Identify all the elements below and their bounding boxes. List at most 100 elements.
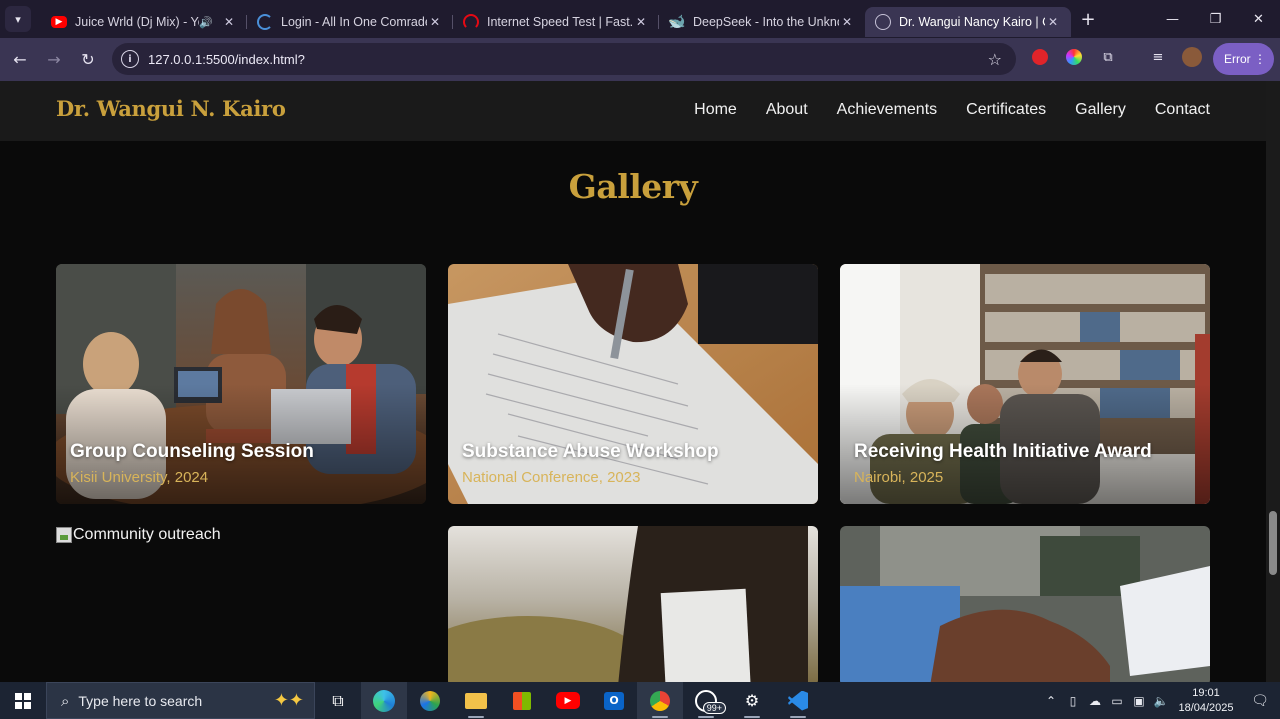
nav-contact[interactable]: Contact xyxy=(1155,101,1210,119)
search-icon: ⌕ xyxy=(61,691,70,710)
volume-icon[interactable]: 🔈 xyxy=(1150,694,1172,708)
youtube-app-icon[interactable]: ▶ xyxy=(545,682,591,719)
whatsapp-badge: 99+ xyxy=(702,702,726,714)
tab-title: Juice Wrld (Dj Mix) - YouTube xyxy=(75,15,199,29)
task-view-icon[interactable]: ⧉ xyxy=(315,682,361,719)
gallery-card-health-award[interactable]: Receiving Health Initiative Award Nairob… xyxy=(840,264,1210,504)
onedrive-icon[interactable]: ☁ xyxy=(1084,694,1106,708)
tab-title: Dr. Wangui Nancy Kairo | Counselor xyxy=(899,15,1045,29)
loading-icon xyxy=(257,14,273,30)
reading-list-icon[interactable]: ≡ xyxy=(1147,46,1169,68)
windows-taskbar: ⌕ Type here to search ✦✦ ⧉ ▶ O 99+ ⚙ ⌃ ▯… xyxy=(0,682,1280,719)
nav-gallery[interactable]: Gallery xyxy=(1075,101,1126,119)
nav-certificates[interactable]: Certificates xyxy=(966,101,1046,119)
card-caption: Substance Abuse Workshop National Confer… xyxy=(462,441,719,486)
error-label: Error xyxy=(1224,52,1251,66)
chevron-up-icon[interactable]: ⌃ xyxy=(1040,694,1062,708)
notifications-icon[interactable]: 🗨 xyxy=(1240,693,1280,709)
page-scrollbar[interactable] xyxy=(1266,81,1280,682)
window-controls: — ❐ ✕ xyxy=(1151,0,1280,38)
globe-icon xyxy=(875,14,891,30)
tab-login[interactable]: Login - All In One Comrade ✕ xyxy=(247,7,453,37)
speaker-icon[interactable]: 🔊 xyxy=(199,16,213,29)
chevron-down-icon: ▾ xyxy=(15,12,21,26)
microsoft-store-icon[interactable] xyxy=(499,682,545,719)
close-icon[interactable]: ✕ xyxy=(427,15,443,29)
web-page: Dr. Wangui N. Kairo Home About Achieveme… xyxy=(0,81,1266,682)
color-picker-extension-icon[interactable] xyxy=(1063,46,1085,68)
device-icon[interactable]: ▯ xyxy=(1062,694,1084,708)
chrome-dev-icon[interactable] xyxy=(407,682,453,719)
network-icon[interactable]: ▣ xyxy=(1128,694,1150,708)
site-menu: Home About Achievements Certificates Gal… xyxy=(694,101,1210,119)
clock-time: 19:01 xyxy=(1192,686,1220,699)
taskbar-search[interactable]: ⌕ Type here to search ✦✦ xyxy=(46,682,315,719)
card-title: Receiving Health Initiative Award xyxy=(854,441,1152,462)
speedometer-icon xyxy=(463,14,479,30)
copilot-sparkle-icon[interactable]: ✦✦ xyxy=(274,690,304,711)
url-text[interactable]: 127.0.0.1:5500/index.html? xyxy=(148,52,305,67)
gallery-card-substance-abuse[interactable]: Substance Abuse Workshop National Confer… xyxy=(448,264,818,504)
vscode-icon[interactable] xyxy=(775,682,821,719)
site-brand[interactable]: Dr. Wangui N. Kairo xyxy=(56,96,286,121)
bookmark-star-icon[interactable]: ☆ xyxy=(988,50,1002,69)
system-tray: ⌃ ▯ ☁ ▭ ▣ 🔈 19:01 18/04/2025 🗨 xyxy=(1040,682,1280,719)
card-subtitle: Nairobi, 2025 xyxy=(854,469,944,486)
gallery-card-6[interactable] xyxy=(840,526,1210,682)
scrollbar-thumb[interactable] xyxy=(1269,511,1277,575)
youtube-icon: ▶ xyxy=(51,16,67,28)
gallery-heading: Gallery xyxy=(568,167,698,206)
nav-home[interactable]: Home xyxy=(694,101,737,119)
card-subtitle: Kisii University, 2024 xyxy=(70,469,209,486)
tab-fast[interactable]: Internet Speed Test | Fast.com ✕ xyxy=(453,7,659,37)
tab-search-button[interactable]: ▾ xyxy=(5,6,31,32)
search-placeholder: Type here to search xyxy=(78,692,203,709)
close-icon[interactable]: ✕ xyxy=(633,15,649,29)
deepseek-icon: 🐋 xyxy=(668,14,686,30)
whatsapp-icon[interactable]: 99+ xyxy=(683,682,729,719)
gallery-card-5[interactable] xyxy=(448,526,818,682)
broken-image-community-outreach[interactable]: Community outreach xyxy=(56,526,221,544)
battery-icon[interactable]: ▭ xyxy=(1106,694,1128,708)
close-window-icon[interactable]: ✕ xyxy=(1237,0,1280,38)
restore-icon[interactable]: ❐ xyxy=(1194,0,1237,38)
browser-toolbar: ← → ↻ i 127.0.0.1:5500/index.html? ☆ ⧉ ≡… xyxy=(0,38,1280,81)
avatar[interactable] xyxy=(1181,46,1203,68)
forward-button[interactable]: → xyxy=(37,43,71,77)
broken-image-icon xyxy=(56,527,72,543)
close-icon[interactable]: ✕ xyxy=(839,15,855,29)
kebab-menu-icon: ⋮ xyxy=(1254,52,1266,66)
card-caption: Group Counseling Session Kisii Universit… xyxy=(70,441,314,486)
clock-date: 18/04/2025 xyxy=(1178,701,1234,714)
tab-title: Internet Speed Test | Fast.com xyxy=(487,15,633,29)
back-button[interactable]: ← xyxy=(3,43,37,77)
adblock-extension-icon[interactable] xyxy=(1029,46,1051,68)
profile-error-button[interactable]: Error ⋮ xyxy=(1213,43,1274,75)
reload-button[interactable]: ↻ xyxy=(71,43,105,77)
address-bar[interactable]: i 127.0.0.1:5500/index.html? ☆ xyxy=(112,43,1016,75)
close-icon[interactable]: ✕ xyxy=(1045,15,1061,29)
gallery-card-group-counseling[interactable]: Group Counseling Session Kisii Universit… xyxy=(56,264,426,504)
outlook-icon[interactable]: O xyxy=(591,682,637,719)
card-caption: Receiving Health Initiative Award Nairob… xyxy=(854,441,1152,486)
new-tab-button[interactable]: + xyxy=(1075,9,1101,30)
clock[interactable]: 19:01 18/04/2025 xyxy=(1172,686,1240,716)
card-subtitle: National Conference, 2023 xyxy=(462,469,641,486)
chrome-icon[interactable] xyxy=(637,682,683,719)
tab-kairo[interactable]: Dr. Wangui Nancy Kairo | Counselor ✕ xyxy=(865,7,1071,37)
settings-gear-icon[interactable]: ⚙ xyxy=(729,682,775,719)
image-alt-text: Community outreach xyxy=(73,526,221,543)
tab-youtube[interactable]: ▶ Juice Wrld (Dj Mix) - YouTube 🔊 ✕ xyxy=(41,7,247,37)
tab-deepseek[interactable]: 🐋 DeepSeek - Into the Unknown ✕ xyxy=(659,7,865,37)
extensions-puzzle-icon[interactable]: ⧉ xyxy=(1097,46,1119,68)
minimize-icon[interactable]: — xyxy=(1151,0,1194,38)
card-title: Group Counseling Session xyxy=(70,441,314,462)
edge-icon[interactable] xyxy=(361,682,407,719)
windows-logo-icon xyxy=(15,692,31,709)
start-button[interactable] xyxy=(0,682,46,719)
close-icon[interactable]: ✕ xyxy=(221,15,237,29)
nav-achievements[interactable]: Achievements xyxy=(837,101,938,119)
nav-about[interactable]: About xyxy=(766,101,808,119)
site-info-icon[interactable]: i xyxy=(121,50,139,68)
file-explorer-icon[interactable] xyxy=(453,682,499,719)
